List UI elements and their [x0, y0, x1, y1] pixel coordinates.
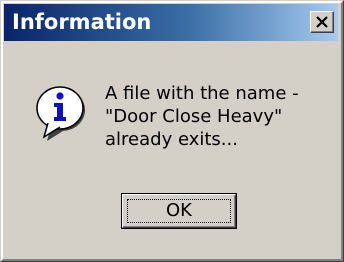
ok-button[interactable]: OK: [121, 193, 237, 229]
information-dialog: Information A file with the name - "Door…: [0, 0, 344, 262]
message-text: A file with the name - "Door Close Heavy…: [105, 82, 335, 151]
close-button[interactable]: [310, 11, 334, 33]
ok-button-label: OK: [166, 200, 192, 221]
message-line: "Door Close Heavy": [105, 106, 283, 127]
close-icon: [316, 16, 328, 28]
title-bar[interactable]: Information: [4, 4, 338, 41]
information-icon: [36, 86, 85, 141]
dialog-title: Information: [12, 10, 152, 34]
message-line: A file with the name -: [105, 83, 299, 104]
message-line: already exits...: [105, 129, 238, 150]
